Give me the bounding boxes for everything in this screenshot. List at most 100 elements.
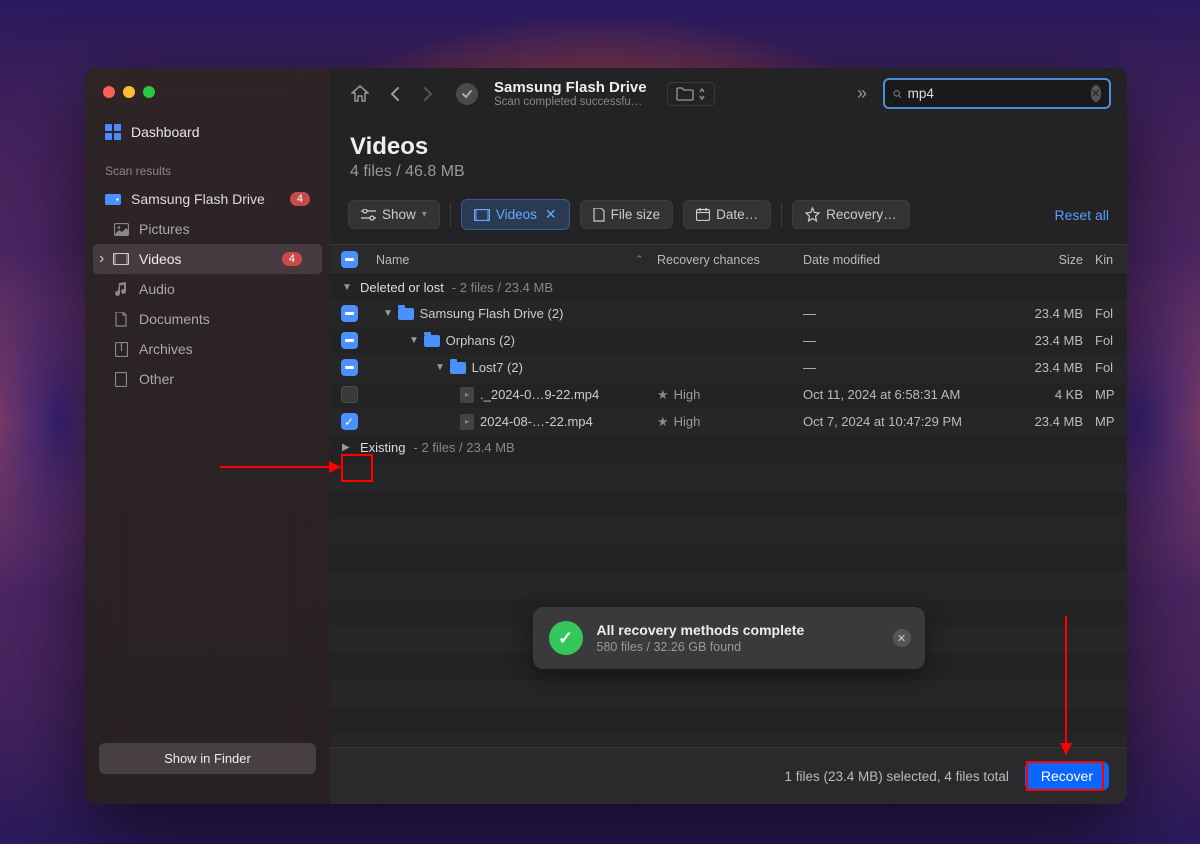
close-window-button[interactable] <box>103 86 115 98</box>
footer-bar: 1 files (23.4 MB) selected, 4 files tota… <box>330 747 1127 804</box>
toolbar-title: Samsung Flash Drive <box>494 79 647 96</box>
column-header-size[interactable]: Size <box>1013 253 1095 267</box>
search-icon <box>893 87 902 101</box>
folder-icon <box>398 308 414 320</box>
sidebar-item-pictures[interactable]: Pictures <box>85 214 330 244</box>
main-content: Samsung Flash Drive Scan completed succe… <box>330 68 1127 804</box>
annotation-box <box>341 454 373 482</box>
disclosure-icon[interactable]: ▼ <box>434 362 446 373</box>
nav-back-button[interactable] <box>380 80 408 108</box>
calendar-icon <box>696 208 710 221</box>
sidebar-badge: 4 <box>290 192 310 206</box>
group-row-existing[interactable]: ▶ Existing - 2 files / 23.4 MB <box>330 435 1127 460</box>
star-icon: ★ <box>657 414 669 430</box>
window-controls <box>85 84 330 118</box>
star-icon: ★ <box>657 387 669 403</box>
row-checkbox[interactable]: ✓ <box>341 413 358 430</box>
maximize-window-button[interactable] <box>143 86 155 98</box>
chevron-down-icon: ▾ <box>422 209 427 220</box>
minimize-window-button[interactable] <box>123 86 135 98</box>
filesize-filter-button[interactable]: File size <box>580 200 674 229</box>
remove-filter-icon[interactable]: ✕ <box>545 206 557 223</box>
row-checkbox[interactable] <box>341 332 358 349</box>
table-row[interactable]: ▼ Samsung Flash Drive (2) — 23.4 MB Fol <box>330 300 1127 327</box>
separator <box>450 203 451 227</box>
row-checkbox[interactable] <box>341 305 358 322</box>
selection-status: 1 files (23.4 MB) selected, 4 files tota… <box>785 769 1009 784</box>
show-in-finder-button[interactable]: Show in Finder <box>99 743 316 774</box>
nav-forward-button[interactable] <box>414 80 442 108</box>
folder-selector-button[interactable] <box>667 82 715 106</box>
archive-icon <box>113 341 129 357</box>
page-heading: Videos 4 files / 46.8 MB <box>330 119 1127 199</box>
notification-subtitle: 580 files / 32.26 GB found <box>597 640 805 654</box>
column-header-kind[interactable]: Kin <box>1095 253 1127 267</box>
sidebar-item-other[interactable]: Other <box>85 364 330 394</box>
table-row[interactable]: ▼ Orphans (2) — 23.4 MB Fol <box>330 327 1127 354</box>
search-box[interactable]: ✕ <box>883 78 1111 109</box>
annotation-arrow <box>220 466 340 468</box>
home-button[interactable] <box>346 80 374 108</box>
filter-bar: Show ▾ Videos ✕ File size Date… Recovery… <box>330 199 1127 244</box>
table-row[interactable]: ✓ ▸2024-08-…-22.mp4 ★High Oct 7, 2024 at… <box>330 408 1127 435</box>
picture-icon <box>113 221 129 237</box>
sidebar-badge: 4 <box>282 252 302 266</box>
videos-filter-chip[interactable]: Videos ✕ <box>461 199 570 230</box>
column-header-name[interactable]: Name⌃ <box>368 253 657 267</box>
search-input[interactable] <box>908 86 1085 101</box>
column-header-chances[interactable]: Recovery chances <box>657 253 803 267</box>
video-icon <box>474 209 490 221</box>
annotation-box <box>1026 761 1104 791</box>
sidebar-item-label: Archives <box>139 341 193 357</box>
table-header: Name⌃ Recovery chances Date modified Siz… <box>330 244 1127 275</box>
sliders-icon <box>361 209 376 221</box>
row-checkbox[interactable] <box>341 386 358 403</box>
date-filter-button[interactable]: Date… <box>683 200 771 229</box>
audio-icon <box>113 281 129 297</box>
disclosure-icon[interactable]: ▼ <box>408 335 420 346</box>
reset-filters-link[interactable]: Reset all <box>1055 207 1109 223</box>
notification-close-button[interactable]: ✕ <box>893 629 911 647</box>
toolbar: Samsung Flash Drive Scan completed succe… <box>330 68 1127 119</box>
table-row[interactable]: ▼ Lost7 (2) — 23.4 MB Fol <box>330 354 1127 381</box>
recovery-filter-button[interactable]: Recovery… <box>792 200 910 229</box>
sidebar-item-label: Videos <box>139 251 182 267</box>
sidebar-item-videos[interactable]: Videos 4 <box>93 244 322 274</box>
sidebar-item-drive[interactable]: Samsung Flash Drive 4 <box>85 184 330 214</box>
toolbar-more-button[interactable]: » <box>847 83 877 104</box>
document-icon <box>113 311 129 327</box>
select-all-checkbox[interactable] <box>341 251 358 268</box>
sidebar-section-label: Scan results <box>85 158 330 184</box>
sidebar-item-label: Other <box>139 371 174 387</box>
table-row[interactable]: ▸._2024-0…9-22.mp4 ★High Oct 11, 2024 at… <box>330 381 1127 408</box>
video-icon <box>113 251 129 267</box>
disclosure-icon[interactable]: ▼ <box>382 308 394 319</box>
page-subtitle: 4 files / 46.8 MB <box>350 163 1107 181</box>
table-body: ▼ Deleted or lost - 2 files / 23.4 MB ▼ … <box>330 275 1127 747</box>
sidebar-item-label: Pictures <box>139 221 190 237</box>
drive-icon <box>105 191 121 207</box>
app-window: Dashboard Scan results Samsung Flash Dri… <box>85 68 1127 804</box>
show-filter-button[interactable]: Show ▾ <box>348 200 440 229</box>
updown-icon <box>698 87 706 101</box>
toolbar-subtitle: Scan completed successfu… <box>494 96 647 108</box>
sort-caret-icon: ⌃ <box>635 254 643 265</box>
sidebar-item-archives[interactable]: Archives <box>85 334 330 364</box>
dashboard-link[interactable]: Dashboard <box>85 118 330 158</box>
search-clear-button[interactable]: ✕ <box>1091 85 1101 102</box>
sidebar-item-documents[interactable]: Documents <box>85 304 330 334</box>
group-row-deleted[interactable]: ▼ Deleted or lost - 2 files / 23.4 MB <box>330 275 1127 300</box>
folder-icon <box>450 362 466 374</box>
check-circle-icon: ✓ <box>549 621 583 655</box>
sidebar-item-audio[interactable]: Audio <box>85 274 330 304</box>
sidebar-item-label: Documents <box>139 311 210 327</box>
file-icon: ▸ <box>460 387 474 403</box>
scan-status-icon <box>456 83 478 105</box>
folder-icon <box>676 87 694 101</box>
column-header-date[interactable]: Date modified <box>803 253 1013 267</box>
separator <box>781 203 782 227</box>
sidebar-item-label: Samsung Flash Drive <box>131 191 265 207</box>
row-checkbox[interactable] <box>341 359 358 376</box>
dashboard-label: Dashboard <box>131 124 200 140</box>
page-title: Videos <box>350 133 1107 161</box>
